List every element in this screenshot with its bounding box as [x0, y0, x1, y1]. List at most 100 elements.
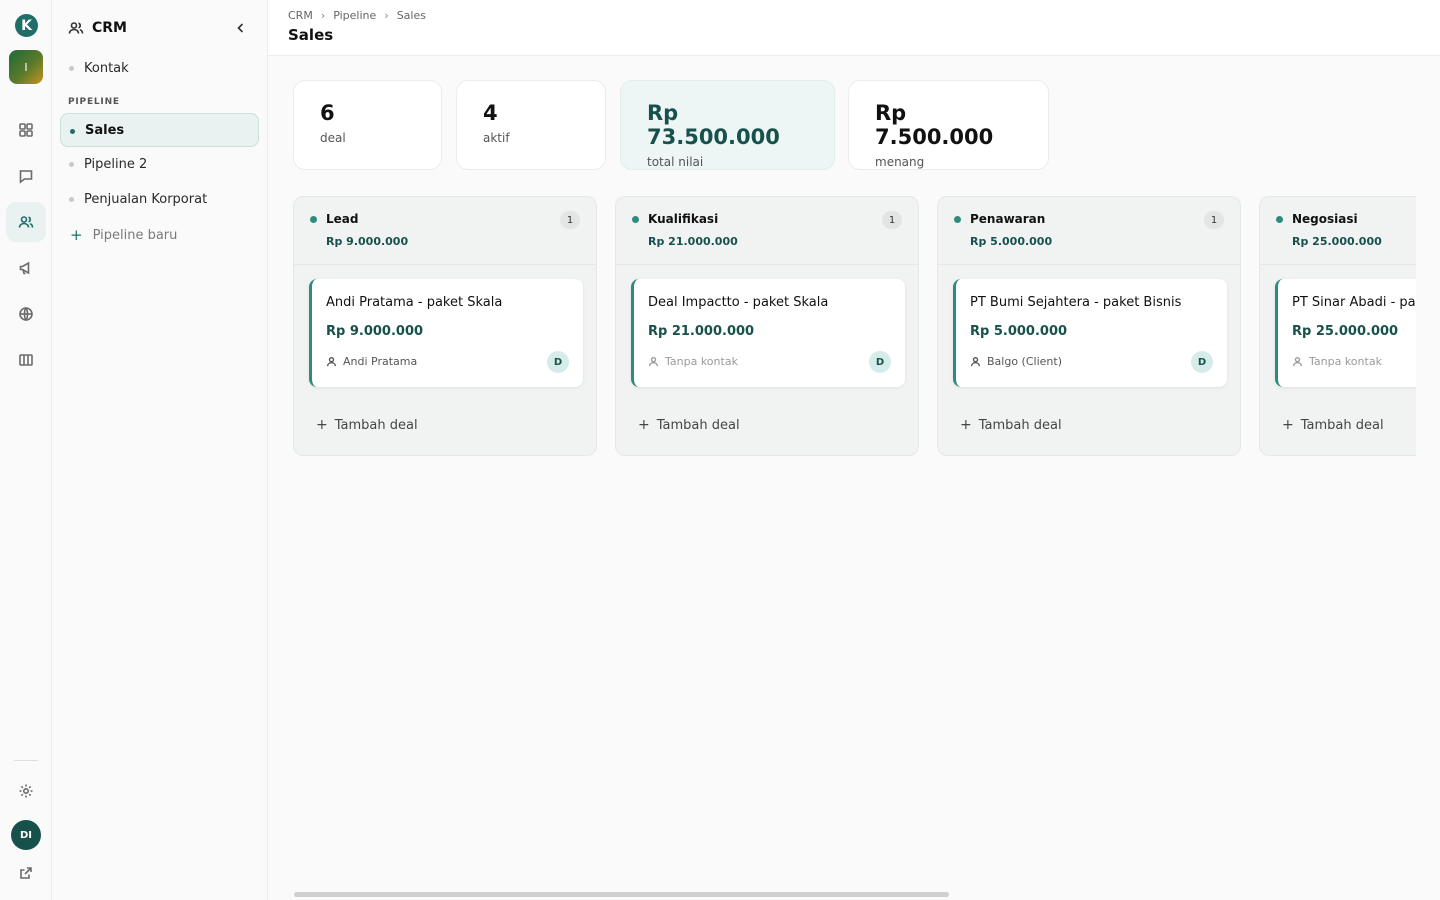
- stage-count-badge: 1: [560, 211, 580, 229]
- stat-value: 4: [483, 101, 498, 125]
- stat-won-value: Rp 7.500.000 menang: [848, 80, 1049, 170]
- gear-icon: [19, 784, 33, 798]
- nav-dot: [69, 197, 74, 202]
- panel-title: CRM: [92, 20, 127, 36]
- add-deal-label: Tambah deal: [1300, 417, 1384, 433]
- stage-header: Lead 1 Rp 9.000.000: [294, 197, 596, 265]
- add-deal-button[interactable]: + Tambah deal: [638, 417, 740, 433]
- person-icon: [326, 356, 337, 367]
- app-logo[interactable]: K: [15, 14, 38, 37]
- page-header: CRM › Pipeline › Sales Sales: [268, 0, 1440, 56]
- deal-card[interactable]: PT Bumi Sejahtera - paket Bisnis Rp 5.00…: [953, 279, 1227, 387]
- stage-column-negosiasi: Negosiasi 1 Rp 25.000.000 PT Sinar Abadi…: [1259, 196, 1416, 456]
- stat-label: deal: [320, 131, 346, 145]
- nav-item-label: Penjualan Korporat: [84, 191, 208, 207]
- rail-settings-button[interactable]: [6, 771, 46, 811]
- person-icon: [970, 356, 981, 367]
- rail-crm-button[interactable]: [6, 202, 46, 242]
- page-title: Sales: [288, 26, 334, 44]
- assignee-avatar[interactable]: D: [547, 351, 569, 373]
- assignee-avatar[interactable]: D: [869, 351, 891, 373]
- stage-column-penawaran: Penawaran 1 Rp 5.000.000 PT Bumi Sejahte…: [937, 196, 1241, 456]
- stage-total: Rp 5.000.000: [970, 235, 1053, 248]
- megaphone-icon: [19, 261, 30, 275]
- rail-divider: [14, 760, 38, 761]
- rail-web-button[interactable]: [6, 294, 46, 334]
- workspace-switcher[interactable]: I: [9, 50, 43, 84]
- stat-value: 6: [320, 101, 335, 125]
- user-avatar[interactable]: DI: [11, 820, 41, 850]
- plus-icon: +: [960, 417, 972, 433]
- breadcrumb-sales: Sales: [396, 9, 426, 22]
- stage-status-dot: [954, 216, 961, 223]
- deal-value: Rp 25.000.000: [1292, 324, 1399, 339]
- breadcrumb-pipeline[interactable]: Pipeline: [333, 9, 376, 22]
- nav-dot: [70, 129, 75, 134]
- add-pipeline-button[interactable]: + Pipeline baru: [70, 224, 177, 246]
- plus-icon: +: [70, 226, 83, 244]
- external-link-icon: [20, 867, 32, 879]
- stage-total: Rp 21.000.000: [648, 235, 738, 248]
- stage-status-dot: [632, 216, 639, 223]
- stage-header: Kualifikasi 1 Rp 21.000.000: [616, 197, 918, 265]
- deal-contact-name: Tanpa kontak: [665, 355, 738, 368]
- add-deal-label: Tambah deal: [978, 417, 1062, 433]
- deal-contact: Tanpa kontak: [1292, 355, 1382, 368]
- stat-total-value: Rp 73.500.000 total nilai: [620, 80, 835, 170]
- nav-item-pipeline-2[interactable]: Pipeline 2: [60, 147, 259, 181]
- stat-active-count: 4 aktif: [456, 80, 606, 170]
- deal-title: PT Sinar Abadi - paket Skala: [1292, 295, 1416, 310]
- nav-item-penjualan-korporat[interactable]: Penjualan Korporat: [60, 182, 259, 216]
- chevron-right-icon: ›: [320, 9, 326, 22]
- deal-contact: Balgo (Client): [970, 355, 1062, 368]
- deal-contact-name: Balgo (Client): [987, 355, 1062, 368]
- stat-label: menang: [875, 155, 925, 169]
- deal-value: Rp 5.000.000: [970, 324, 1068, 339]
- nav-item-label: Pipeline 2: [84, 156, 148, 172]
- rail-dashboard-button[interactable]: [6, 110, 46, 150]
- rail-chat-button[interactable]: [6, 156, 46, 196]
- stage-name: Negosiasi: [1292, 212, 1358, 226]
- deal-contact-name: Andi Pratama: [343, 355, 418, 368]
- nav-item-label: Kontak: [84, 60, 129, 76]
- stage-name: Penawaran: [970, 212, 1046, 226]
- columns-icon: [19, 354, 33, 366]
- nav-item-pipeline-sales[interactable]: Sales: [60, 113, 259, 147]
- stage-count-badge: 1: [1204, 211, 1224, 229]
- collapse-panel-button[interactable]: [231, 18, 251, 38]
- assignee-avatar[interactable]: D: [1191, 351, 1213, 373]
- nav-dot: [69, 162, 74, 167]
- plus-icon: +: [638, 417, 650, 433]
- stat-deal-count: 6 deal: [293, 80, 442, 170]
- person-icon: [648, 356, 659, 367]
- rail-board-button[interactable]: [6, 340, 46, 380]
- stage-status-dot: [1276, 216, 1283, 223]
- stat-label: aktif: [483, 131, 510, 145]
- deal-title: Andi Pratama - paket Skala: [326, 295, 503, 310]
- deal-card[interactable]: Andi Pratama - paket Skala Rp 9.000.000 …: [309, 279, 583, 387]
- deal-card[interactable]: Deal Impactto - paket Skala Rp 21.000.00…: [631, 279, 905, 387]
- deal-contact: Tanpa kontak: [648, 355, 738, 368]
- deal-card[interactable]: PT Sinar Abadi - paket Skala Rp 25.000.0…: [1275, 279, 1416, 387]
- add-deal-label: Tambah deal: [656, 417, 740, 433]
- add-deal-button[interactable]: + Tambah deal: [316, 417, 418, 433]
- add-deal-button[interactable]: + Tambah deal: [960, 417, 1062, 433]
- stage-name: Lead: [326, 212, 359, 226]
- stage-column-lead: Lead 1 Rp 9.000.000 Andi Pratama - paket…: [293, 196, 597, 456]
- rail-campaign-button[interactable]: [6, 248, 46, 288]
- deal-title: PT Bumi Sejahtera - paket Bisnis: [970, 295, 1182, 310]
- breadcrumb-crm[interactable]: CRM: [288, 9, 313, 22]
- add-deal-label: Tambah deal: [334, 417, 418, 433]
- deal-title: Deal Impactto - paket Skala: [648, 295, 829, 310]
- chevron-right-icon: ›: [384, 9, 389, 22]
- stage-header: Penawaran 1 Rp 5.000.000: [938, 197, 1240, 265]
- nav-item-label: Sales: [85, 122, 125, 138]
- nav-item-kontak[interactable]: Kontak: [60, 51, 259, 85]
- rail-external-button[interactable]: [6, 853, 46, 893]
- nav-dot: [69, 66, 74, 71]
- users-icon: [68, 22, 84, 34]
- chevron-left-icon: [237, 23, 244, 33]
- add-deal-button[interactable]: + Tambah deal: [1282, 417, 1384, 433]
- board-horizontal-scrollbar[interactable]: [294, 892, 949, 897]
- deal-contact: Andi Pratama: [326, 355, 417, 368]
